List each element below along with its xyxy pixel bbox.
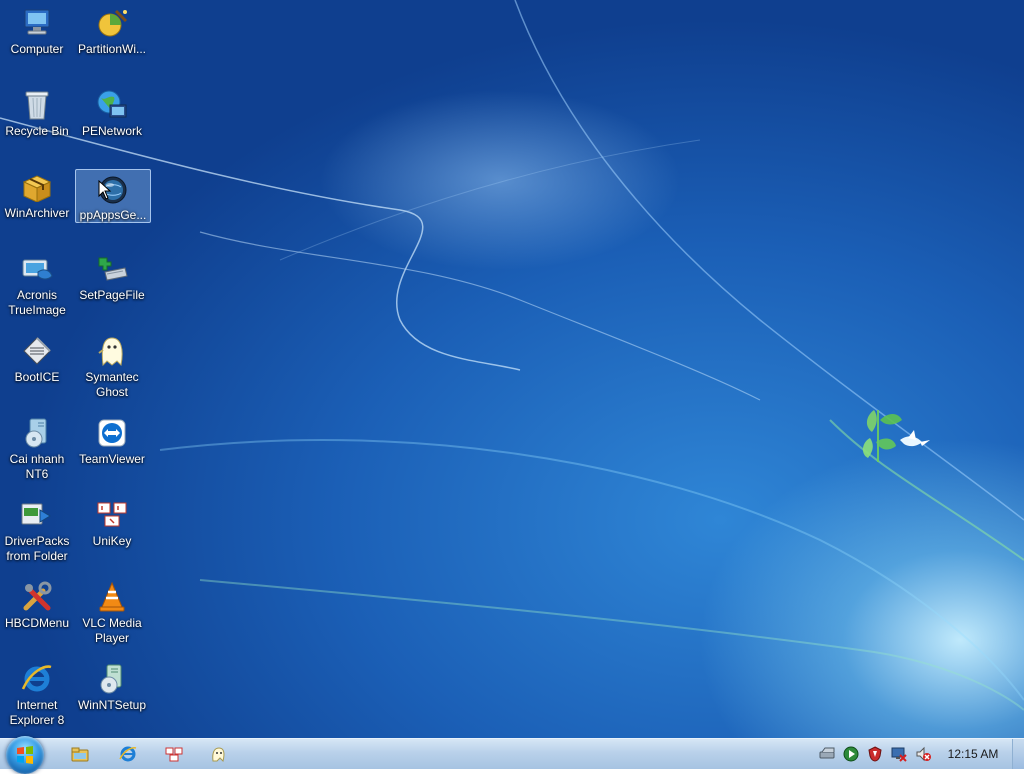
desktop-icon-driverpacks-from-folder[interactable]: DriverPacks from Folder [0,494,74,572]
desktop-icon-internet-explorer-8[interactable]: Internet Explorer 8 [0,658,74,736]
pagefile-icon [95,252,129,286]
desktop-icon-computer[interactable]: Computer [0,2,74,80]
desktop-icon-label: Symantec Ghost [85,370,139,399]
teamviewer-icon [95,416,129,450]
partition-wizard-icon [95,6,129,40]
desktop-icon-partitionwi[interactable]: PartitionWi... [75,2,149,80]
desktop-icon-label: TeamViewer [79,452,145,466]
desktop-icon-label: Computer [10,42,64,56]
desktop-icon-label: WinArchiver [4,206,70,220]
unikey-icon [95,498,129,532]
desktop-icon-teamviewer[interactable]: TeamViewer [75,412,149,490]
desktop-icon-bootice[interactable]: BootICE [0,330,74,408]
bootice-icon [20,334,54,368]
driverpacks-icon [20,498,54,532]
desktop-icon-label: Acronis TrueImage [8,288,66,317]
desktop-icon-label: HBCDMenu [4,616,70,630]
shield-icon[interactable] [866,745,884,763]
media-play-icon[interactable] [842,745,860,763]
desktop-icon-label: Cai nhanh NT6 [9,452,65,481]
desktop-icon-label: WinNTSetup [77,698,147,712]
show-desktop-button[interactable] [1012,739,1024,769]
archive-box-icon [20,170,54,204]
desktop-icon-symantec-ghost[interactable]: Symantec Ghost [75,330,149,408]
desktop-icon-recycle-bin[interactable]: Recycle Bin [0,84,74,162]
desktop-icon-winntsetup[interactable]: WinNTSetup [75,658,149,736]
desktop-icon-label: Recycle Bin [5,124,69,138]
desktop-icon-label: PENetwork [81,124,143,138]
recycle-bin-icon [20,88,54,122]
desktop-icon-label: UniKey [92,534,132,548]
desktop-icon-setpagefile[interactable]: SetPageFile [75,248,149,326]
vlc-cone-icon [95,580,129,614]
desktop-icon-label: BootICE [14,370,60,384]
desktop-icon-label: ppAppsGe... [79,208,147,222]
network-globe-icon [95,88,129,122]
ghost-icon [95,334,129,368]
mouse-pointer-icon [98,180,112,200]
installer-disc-icon [20,416,54,450]
file-explorer-icon[interactable] [60,741,100,767]
tools-icon [20,580,54,614]
desktop-icon-label: SetPageFile [79,288,145,302]
desktop-icon-penetwork[interactable]: PENetwork [75,84,149,162]
desktop-icon-label: PartitionWi... [77,42,146,56]
desktop-icon-hbcdmenu[interactable]: HBCDMenu [0,576,74,654]
desktop-icon-label: VLC Media Player [82,616,142,645]
desktop-icon-label: Internet Explorer 8 [9,698,65,727]
desktop-icon-vlc-media-player[interactable]: VLC Media Player [75,576,149,654]
computer-icon [20,6,54,40]
taskbar-clock[interactable]: 12:15 AM [940,739,1006,769]
desktop-icon-winarchiver[interactable]: WinArchiver [0,166,74,244]
desktop-icon-acronis-trueimage[interactable]: Acronis TrueImage [0,248,74,326]
desktop-icon-ppappsge[interactable]: ppAppsGe... [75,169,151,223]
network-monitor-icon[interactable] [890,745,908,763]
desktop-icon-unikey[interactable]: UniKey [75,494,149,572]
symantec-ghost-icon[interactable] [198,741,238,767]
internet-explorer-icon[interactable] [108,741,148,767]
desktop-icon-label: DriverPacks from Folder [4,534,70,563]
acronis-icon [20,252,54,286]
desktop-icon-cai-nhanh-nt6[interactable]: Cai nhanh NT6 [0,412,74,490]
windows-start-orb-icon[interactable] [6,736,44,774]
internet-explorer-icon [20,662,54,696]
taskbar: 12:15 AM [0,736,1024,774]
volume-muted-icon[interactable] [914,745,932,763]
desktop-background[interactable] [0,0,1024,738]
drive-icon[interactable] [818,745,836,763]
unikey-icon[interactable] [154,741,194,767]
winntsetup-icon [95,662,129,696]
windows-logo-icon [17,746,33,764]
wallpaper-decor [0,0,1024,711]
